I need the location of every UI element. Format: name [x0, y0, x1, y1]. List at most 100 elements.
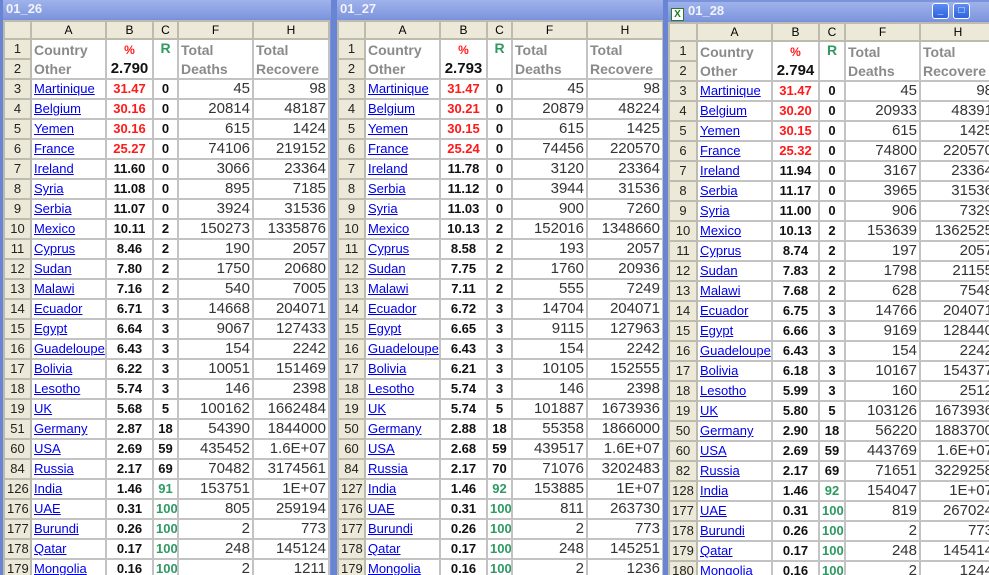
rank-cell[interactable]: 100: [818, 560, 846, 575]
percent-cell[interactable]: 30.15: [771, 120, 820, 142]
country-cell[interactable]: Malawi: [364, 278, 441, 300]
rank-cell[interactable]: 70: [486, 458, 513, 480]
percent-cell[interactable]: 11.08: [105, 178, 154, 200]
total-recovered-cell[interactable]: 1425: [586, 118, 663, 140]
total-recovered-cell[interactable]: 263730: [586, 498, 663, 520]
total-recovered-cell[interactable]: 204071: [252, 298, 330, 320]
total-deaths-cell[interactable]: 906: [844, 200, 921, 222]
country-cell[interactable]: Belgium: [696, 100, 773, 122]
rank-cell[interactable]: 0: [818, 180, 846, 202]
total-recovered-cell[interactable]: 1424: [252, 118, 330, 140]
country-link[interactable]: Martinique: [700, 83, 761, 98]
country-cell[interactable]: Lesotho: [30, 378, 107, 400]
percent-cell[interactable]: 0.17: [105, 538, 154, 560]
rank-cell[interactable]: 0: [152, 118, 179, 140]
rank-cell[interactable]: 100: [152, 498, 179, 520]
total-deaths-cell[interactable]: 146: [511, 378, 588, 400]
country-link[interactable]: Sudan: [700, 263, 738, 278]
total-deaths-cell[interactable]: 2: [511, 518, 588, 540]
row-header[interactable]: 15: [337, 318, 366, 340]
country-cell[interactable]: Martinique: [696, 80, 773, 102]
row-header[interactable]: 60: [668, 440, 698, 462]
total-deaths-cell[interactable]: 154: [511, 338, 588, 360]
country-link[interactable]: Sudan: [368, 261, 406, 276]
percent-cell[interactable]: 11.60: [105, 158, 154, 180]
country-link[interactable]: Syria: [700, 203, 730, 218]
country-cell[interactable]: Burundi: [364, 518, 441, 540]
country-cell[interactable]: Serbia: [364, 178, 441, 200]
percent-cell[interactable]: 1.46: [105, 478, 154, 500]
row-header[interactable]: 126: [3, 478, 32, 500]
country-cell[interactable]: Qatar: [364, 538, 441, 560]
row-header[interactable]: 127: [337, 478, 366, 500]
total-deaths-cell[interactable]: 45: [177, 78, 254, 100]
rank-cell[interactable]: 0: [486, 138, 513, 160]
percent-cell[interactable]: 0.16: [105, 558, 154, 575]
row-header[interactable]: 178: [668, 520, 698, 542]
rank-cell[interactable]: 59: [818, 440, 846, 462]
percent-cell[interactable]: 2.87: [105, 418, 154, 440]
country-link[interactable]: Mongolia: [368, 561, 421, 575]
percent-cell[interactable]: 11.00: [771, 200, 820, 222]
percent-cell[interactable]: 2.69: [771, 440, 820, 462]
country-cell[interactable]: Belgium: [364, 98, 441, 120]
country-cell[interactable]: Mongolia: [364, 558, 441, 575]
country-link[interactable]: Lesotho: [34, 381, 80, 396]
total-recovered-cell[interactable]: 151469: [252, 358, 330, 380]
percent-cell[interactable]: 10.13: [439, 218, 488, 240]
rank-cell[interactable]: 100: [486, 498, 513, 520]
select-all-corner[interactable]: [668, 22, 698, 42]
country-link[interactable]: Egypt: [700, 323, 733, 338]
percent-cell[interactable]: 7.75: [439, 258, 488, 280]
country-link[interactable]: Germany: [34, 421, 87, 436]
rank-cell[interactable]: 3: [818, 340, 846, 362]
row-header[interactable]: 15: [668, 320, 698, 342]
country-cell[interactable]: Ecuador: [30, 298, 107, 320]
total-recovered-cell[interactable]: 1662484: [252, 398, 330, 420]
total-deaths-cell[interactable]: 1750: [177, 258, 254, 280]
column-header-c[interactable]: C: [486, 20, 513, 40]
total-deaths-cell[interactable]: 3924: [177, 198, 254, 220]
row-header[interactable]: 84: [337, 458, 366, 480]
row-header[interactable]: 179: [668, 540, 698, 562]
column-header-h[interactable]: H: [252, 20, 330, 40]
rank-cell[interactable]: 0: [152, 78, 179, 100]
country-cell[interactable]: UAE: [364, 498, 441, 520]
percent-cell[interactable]: 31.47: [105, 78, 154, 100]
total-recovered-cell[interactable]: 7185: [252, 178, 330, 200]
total-recovered-cell[interactable]: 773: [586, 518, 663, 540]
country-link[interactable]: UK: [368, 401, 386, 416]
total-deaths-cell[interactable]: 805: [177, 498, 254, 520]
total-recovered-cell[interactable]: 145124: [252, 538, 330, 560]
percent-cell[interactable]: 0.26: [105, 518, 154, 540]
rank-cell[interactable]: 2: [152, 238, 179, 260]
rank-cell[interactable]: 18: [818, 420, 846, 442]
total-deaths-cell[interactable]: 193: [511, 238, 588, 260]
country-cell[interactable]: USA: [30, 438, 107, 460]
country-cell[interactable]: Yemen: [30, 118, 107, 140]
total-recovered-cell[interactable]: 21155: [919, 260, 989, 282]
rank-cell[interactable]: 0: [818, 80, 846, 102]
country-cell[interactable]: Guadeloupe: [696, 340, 773, 362]
country-link[interactable]: Ireland: [34, 161, 74, 176]
percent-cell[interactable]: 30.21: [439, 98, 488, 120]
rank-cell[interactable]: 91: [152, 478, 179, 500]
rank-cell[interactable]: 100: [486, 518, 513, 540]
sheet-grid[interactable]: A B C F H 1 Country% R Total Total 2 Other 2.794 Deat…: [668, 22, 989, 575]
percent-cell[interactable]: 2.68: [439, 438, 488, 460]
percent-cell[interactable]: 6.22: [105, 358, 154, 380]
country-link[interactable]: UAE: [368, 501, 395, 516]
country-link[interactable]: Yemen: [34, 121, 74, 136]
total-deaths-cell[interactable]: 2: [511, 558, 588, 575]
country-link[interactable]: Martinique: [368, 81, 429, 96]
percent-cell[interactable]: 31.47: [771, 80, 820, 102]
total-deaths-cell[interactable]: 895: [177, 178, 254, 200]
total-recovered-cell[interactable]: 145251: [586, 538, 663, 560]
rank-cell[interactable]: 3: [486, 378, 513, 400]
rank-cell[interactable]: 3: [152, 298, 179, 320]
row-header[interactable]: 177: [3, 518, 32, 540]
total-recovered-cell[interactable]: 1.6E+07: [919, 440, 989, 462]
total-recovered-cell[interactable]: 219152: [252, 138, 330, 160]
total-deaths-cell[interactable]: 248: [177, 538, 254, 560]
total-recovered-cell[interactable]: 98: [252, 78, 330, 100]
